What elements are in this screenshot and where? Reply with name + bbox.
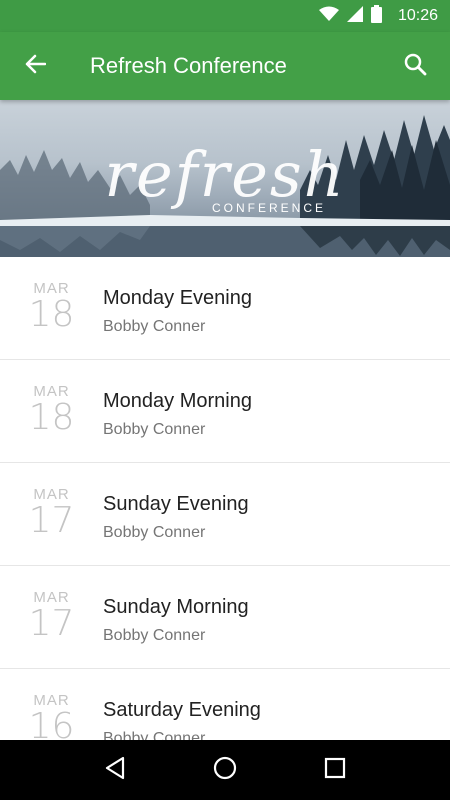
date-block: MAR 17	[0, 463, 103, 539]
search-button[interactable]	[380, 32, 450, 100]
date-block: MAR 18	[0, 360, 103, 436]
list-item[interactable]: MAR 17 Sunday Evening Bobby Conner	[0, 463, 450, 566]
date-block: MAR 16	[0, 669, 103, 741]
day-label: 17	[28, 603, 75, 644]
day-label: 18	[28, 397, 75, 438]
session-speaker: Bobby Conner	[103, 421, 206, 438]
session-title: Sunday Morning	[103, 596, 249, 618]
day-label: 18	[28, 294, 75, 335]
list-item[interactable]: MAR 17 Sunday Morning Bobby Conner	[0, 566, 450, 669]
date-block: MAR 17	[0, 566, 103, 642]
day-label: 16	[28, 706, 75, 741]
date-block: MAR 18	[0, 257, 103, 333]
home-circle-icon	[213, 756, 237, 785]
status-bar: 10:26	[0, 0, 450, 32]
back-triangle-icon	[104, 756, 126, 785]
arrow-back-icon	[24, 53, 47, 80]
status-time: 10:26	[397, 7, 438, 24]
session-title: Monday Morning	[103, 390, 252, 412]
system-nav-bar	[0, 740, 450, 800]
nav-home-button[interactable]	[195, 740, 255, 800]
list-item[interactable]: MAR 18 Monday Evening Bobby Conner	[0, 257, 450, 360]
session-title: Monday Evening	[103, 287, 252, 309]
nav-recents-button[interactable]	[305, 740, 365, 800]
day-label: 17	[28, 500, 75, 541]
session-speaker: Bobby Conner	[103, 627, 206, 644]
back-button[interactable]	[0, 32, 70, 100]
banner-subtitle: CONFERENCE	[212, 201, 327, 215]
battery-icon	[370, 4, 382, 28]
recents-square-icon	[324, 757, 346, 784]
nav-back-button[interactable]	[85, 740, 145, 800]
list-item[interactable]: MAR 16 Saturday Evening Bobby Conner	[0, 669, 450, 740]
session-speaker: Bobby Conner	[103, 730, 206, 740]
session-title: Saturday Evening	[103, 699, 261, 721]
session-speaker: Bobby Conner	[103, 524, 206, 541]
app-bar: Refresh Conference	[0, 32, 450, 100]
session-list: MAR 18 Monday Evening Bobby Conner MAR 1…	[0, 257, 450, 740]
session-speaker: Bobby Conner	[103, 318, 206, 335]
list-item[interactable]: MAR 18 Monday Morning Bobby Conner	[0, 360, 450, 463]
page-title: Refresh Conference	[90, 53, 287, 78]
conference-banner: refresh CONFERENCE	[0, 100, 450, 257]
wifi-icon	[318, 6, 339, 27]
session-title: Sunday Evening	[103, 493, 249, 515]
search-icon	[403, 52, 427, 81]
signal-icon	[346, 5, 363, 27]
